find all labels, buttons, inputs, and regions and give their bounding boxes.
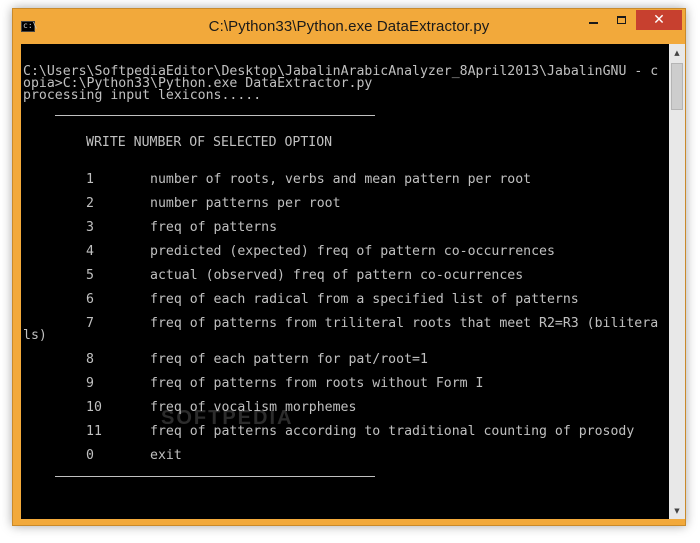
- option-label: freq of each pattern for pat/root=1: [150, 352, 428, 367]
- option-label: number patterns per root: [150, 196, 341, 211]
- option-label: freq of patterns from roots without Form…: [150, 376, 484, 391]
- option-label: exit: [150, 448, 182, 463]
- option-label: freq of patterns from triliteral roots t…: [150, 316, 659, 331]
- option-number: 2: [86, 196, 94, 211]
- arrow-down-icon: ▼: [674, 506, 680, 515]
- option-number: 1: [86, 172, 94, 187]
- divider-bottom: [55, 476, 375, 477]
- title-bar[interactable]: c:\ C:\Python33\Python.exe DataExtractor…: [13, 9, 685, 44]
- option-number: 7: [86, 316, 94, 331]
- option-number: 5: [86, 268, 94, 283]
- option-label: freq of each radical from a specified li…: [150, 292, 579, 307]
- option-number: 8: [86, 352, 94, 367]
- option-label: predicted (expected) freq of pattern co-…: [150, 244, 555, 259]
- console-window: c:\ C:\Python33\Python.exe DataExtractor…: [12, 8, 686, 526]
- option-label-wrap: ls): [23, 328, 47, 343]
- option-label: freq of patterns: [150, 220, 278, 235]
- option-number: 3: [86, 220, 94, 235]
- option-label: actual (observed) freq of pattern co-ocu…: [150, 268, 524, 283]
- option-number: 9: [86, 376, 94, 391]
- divider-top: [55, 115, 375, 116]
- scroll-up-button[interactable]: ▲: [669, 44, 685, 61]
- scroll-down-button[interactable]: ▼: [669, 502, 685, 519]
- console-output[interactable]: C:\Users\SoftpediaEditor\Desktop\Jabalin…: [21, 44, 669, 519]
- softpedia-watermark: SOFTPEDIA: [161, 407, 294, 429]
- vertical-scrollbar[interactable]: ▲ ▼: [669, 44, 685, 519]
- option-number: 0: [86, 448, 94, 463]
- option-label: number of roots, verbs and mean pattern …: [150, 172, 532, 187]
- maximize-icon: [616, 16, 626, 24]
- minimize-button[interactable]: [579, 10, 607, 30]
- close-button[interactable]: ✕: [636, 10, 682, 30]
- console-line-status: processing input lexicons.....: [23, 88, 262, 103]
- arrow-up-icon: ▲: [674, 48, 680, 57]
- option-number: 6: [86, 292, 94, 307]
- option-number: 11: [86, 424, 102, 439]
- scroll-thumb[interactable]: [671, 63, 683, 110]
- maximize-button[interactable]: [607, 10, 635, 30]
- option-number: 10: [86, 400, 102, 415]
- menu-heading: WRITE NUMBER OF SELECTED OPTION: [86, 135, 333, 150]
- minimize-icon: [588, 22, 598, 24]
- option-number: 4: [86, 244, 94, 259]
- close-icon: ✕: [653, 12, 665, 28]
